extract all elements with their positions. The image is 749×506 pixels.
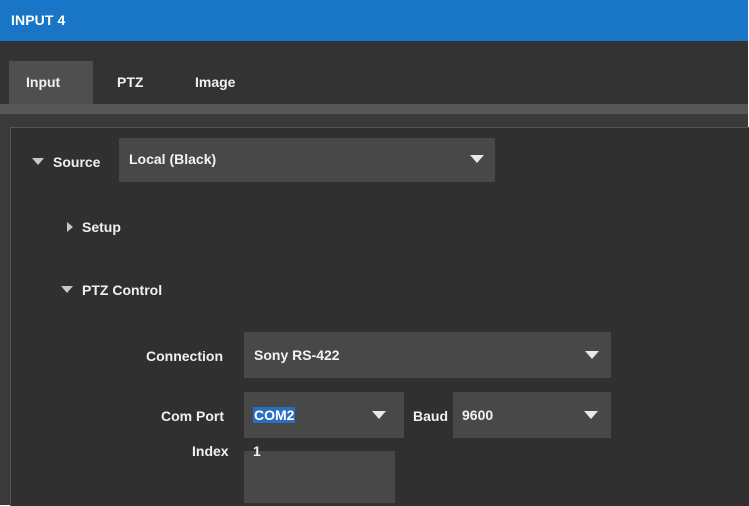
ptz-control-expand-icon bbox=[61, 286, 73, 293]
connection-dropdown-icon bbox=[585, 351, 599, 359]
input-panel: Source Local (Black) Setup PTZ Control C… bbox=[10, 127, 749, 506]
connection-label: Connection bbox=[146, 348, 223, 364]
index-value: 1 bbox=[253, 443, 261, 459]
com-port-select[interactable]: COM2 bbox=[244, 392, 404, 438]
tab-ptz[interactable]: PTZ bbox=[108, 61, 158, 104]
window-title: INPUT 4 bbox=[11, 12, 66, 28]
source-dropdown-icon bbox=[470, 155, 484, 163]
source-value: Local (Black) bbox=[129, 151, 217, 167]
com-port-value: COM2 bbox=[253, 407, 296, 423]
com-port-value-wrap: COM2 bbox=[253, 407, 296, 423]
source-expand-icon bbox=[32, 158, 44, 165]
tab-bar: Input PTZ Image bbox=[0, 41, 748, 104]
com-port-label: Com Port bbox=[161, 408, 224, 424]
ptz-control-section-header[interactable]: PTZ Control bbox=[59, 276, 219, 306]
source-toggle[interactable]: Source bbox=[11, 142, 111, 182]
ptz-control-label: PTZ Control bbox=[82, 282, 163, 298]
connection-select[interactable]: Sony RS-422 bbox=[244, 332, 611, 378]
title-bar[interactable]: INPUT 4 bbox=[0, 0, 748, 41]
tab-input[interactable]: Input bbox=[9, 61, 93, 104]
tab-input-label: Input bbox=[26, 74, 61, 90]
tab-ptz-label: PTZ bbox=[117, 74, 144, 90]
frame-left bbox=[0, 114, 10, 505]
baud-value: 9600 bbox=[462, 407, 494, 423]
baud-dropdown-icon bbox=[584, 411, 598, 419]
setup-expand-icon bbox=[67, 222, 73, 232]
tab-divider bbox=[0, 104, 748, 114]
index-label: Index bbox=[192, 443, 229, 459]
source-select[interactable]: Local (Black) bbox=[119, 138, 495, 182]
com-port-dropdown-icon bbox=[372, 411, 386, 419]
input-config-window: INPUT 4 Input PTZ Image Source Local (Bl… bbox=[0, 0, 749, 506]
index-field[interactable]: 1 bbox=[244, 443, 395, 503]
connection-value: Sony RS-422 bbox=[254, 347, 340, 363]
tab-image-label: Image bbox=[195, 74, 236, 90]
setup-section-header[interactable]: Setup bbox=[59, 214, 179, 244]
setup-label: Setup bbox=[82, 219, 121, 235]
tab-image[interactable]: Image bbox=[185, 61, 251, 104]
baud-select[interactable]: 9600 bbox=[453, 392, 611, 438]
source-label: Source bbox=[53, 154, 101, 170]
baud-label: Baud bbox=[413, 408, 448, 424]
